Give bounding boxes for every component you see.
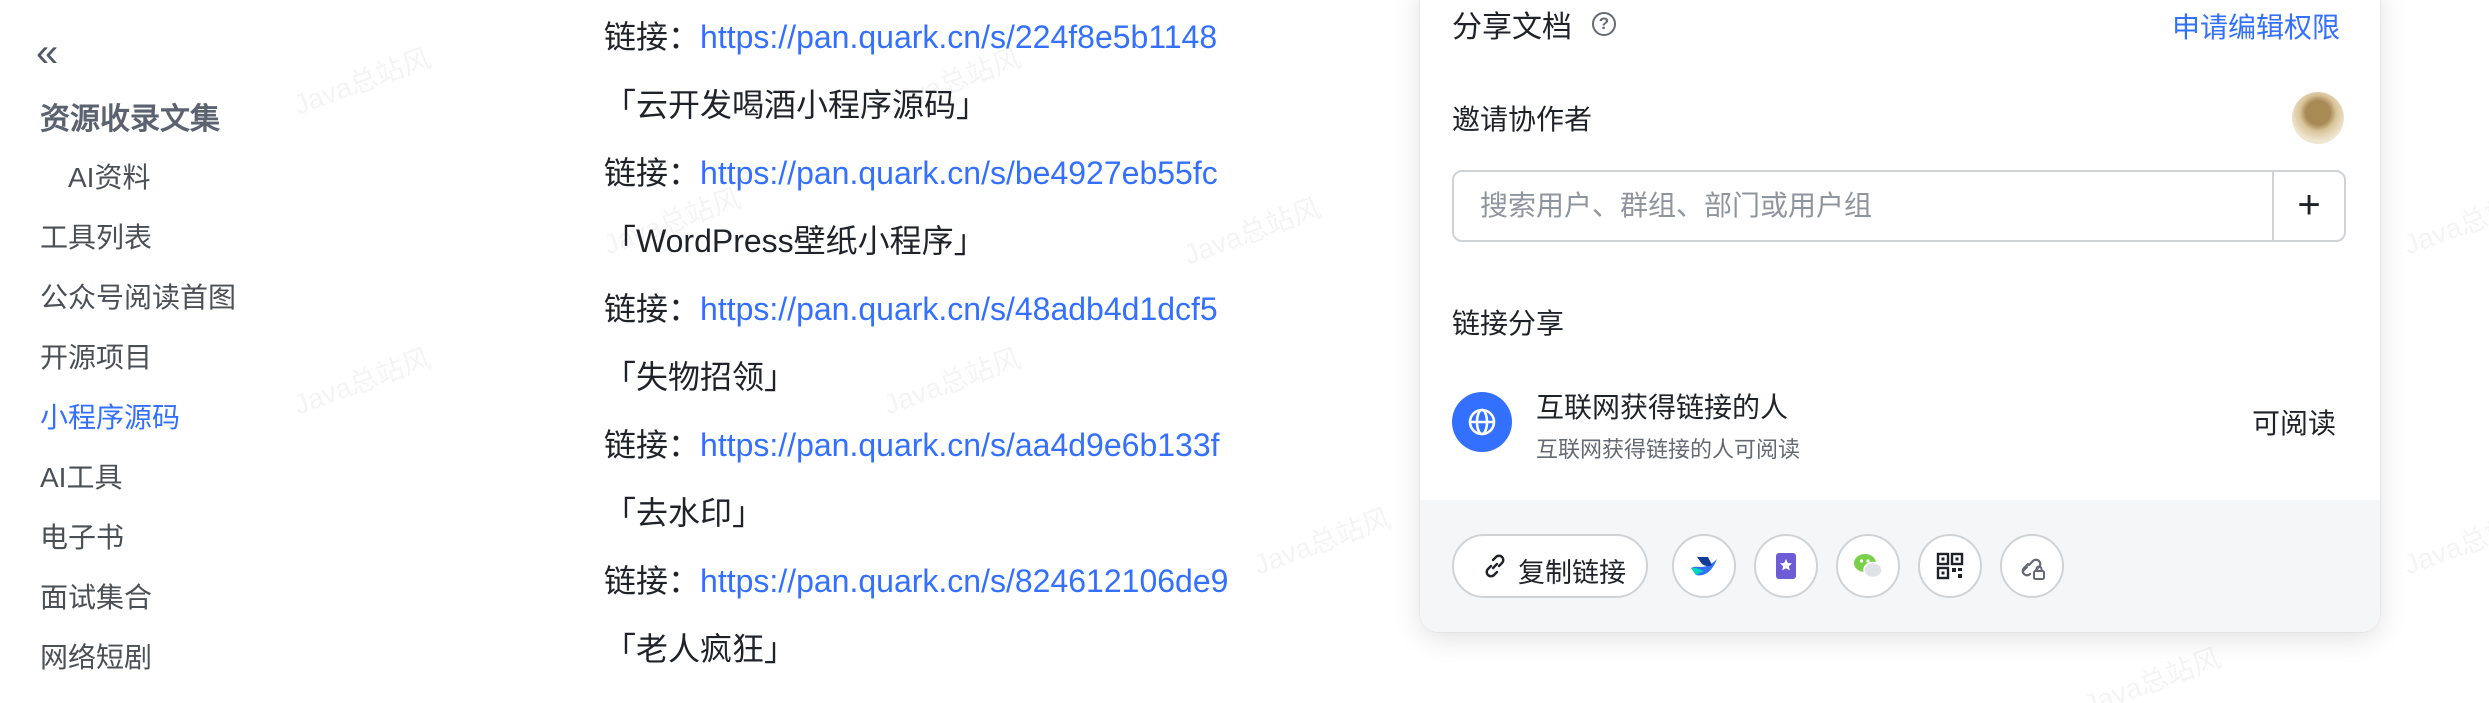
resource-title: 「WordPress壁纸小程序」 (604, 223, 986, 259)
lark-icon (1691, 557, 1717, 576)
share-footer: 复制链接 (1420, 500, 2380, 632)
resource-link[interactable]: https://pan.quark.cn/s/aa4d9e6b133f (700, 427, 1220, 463)
link-prefix: 链接： (604, 155, 701, 191)
sidebar-item-short-drama[interactable]: 网络短剧 (40, 636, 152, 676)
share-panel: 分享文档 ? 申请编辑权限 邀请协作者 + 链接分享 互联网获得链接的人 互联网… (1420, 0, 2380, 632)
link-prefix: 链接： (604, 19, 701, 55)
link-line: 链接：https://pan.quark.cn/s/824612106de9 (604, 556, 1228, 602)
sidebar-item-tool-list[interactable]: 工具列表 (40, 216, 152, 256)
link-line: 链接：https://pan.quark.cn/s/48adb4d1dcf5 (604, 284, 1218, 330)
link-share-label: 链接分享 (1452, 308, 1565, 339)
sidebar-item-open-source[interactable]: 开源项目 (40, 336, 152, 376)
link-scope-description: 互联网获得链接的人可阅读 (1536, 437, 1801, 462)
link-line: 链接：https://pan.quark.cn/s/224f8e5b1148 (604, 12, 1217, 58)
watermark: Java总站风 (2397, 497, 2489, 584)
resource-title: 「老人疯狂」 (604, 631, 797, 667)
link-prefix: 链接： (604, 291, 701, 327)
bookmark-icon (1776, 553, 1796, 579)
watermark: Java总站风 (2077, 637, 2225, 703)
sidebar-item-interview[interactable]: 面试集合 (40, 576, 152, 616)
link-line: 链接：https://pan.quark.cn/s/aa4d9e6b133f (604, 420, 1220, 466)
add-collaborator-button[interactable]: + (2272, 172, 2344, 240)
resource-link[interactable]: https://pan.quark.cn/s/be4927eb55fc (700, 155, 1218, 191)
sidebar-item-wechat-cover[interactable]: 公众号阅读首图 (40, 276, 236, 316)
copy-link-label: 复制链接 (1518, 558, 1626, 588)
request-edit-permission-link[interactable]: 申请编辑权限 (2172, 6, 2340, 46)
sidebar-title[interactable]: 资源收录文集 (40, 94, 220, 138)
avatar[interactable] (2292, 92, 2344, 144)
link-prefix: 链接： (604, 563, 701, 599)
help-icon[interactable]: ? (1592, 12, 1616, 36)
resource-title: 「云开发喝酒小程序源码」 (604, 87, 989, 123)
link-lock-icon (2021, 558, 2045, 580)
share-wechat-button[interactable] (1836, 534, 1900, 598)
sidebar-item-mini-program[interactable]: 小程序源码 (40, 396, 180, 436)
resource-link[interactable]: https://pan.quark.cn/s/824612106de9 (700, 563, 1228, 599)
sidebar-item-ai-materials[interactable]: AI资料 (68, 156, 150, 196)
share-link-lock-button[interactable] (2000, 534, 2064, 598)
link-prefix: 链接： (604, 427, 701, 463)
invite-collaborators-label: 邀请协作者 (1452, 104, 1593, 135)
link-line: 链接：https://pan.quark.cn/s/be4927eb55fc (604, 148, 1218, 194)
resource-link[interactable]: https://pan.quark.cn/s/48adb4d1dcf5 (700, 291, 1218, 327)
sidebar-item-ebooks[interactable]: 电子书 (40, 516, 124, 556)
collaborator-search-box: + (1452, 170, 2346, 242)
watermark: Java总站风 (2397, 177, 2489, 264)
collaborator-search-input[interactable] (1454, 172, 2272, 240)
share-lark-button[interactable] (1672, 534, 1736, 598)
sidebar-item-ai-tools[interactable]: AI工具 (40, 456, 122, 496)
link-icon (1485, 554, 1505, 578)
collapse-sidebar-icon[interactable]: « (36, 33, 76, 74)
share-qrcode-button[interactable] (1918, 534, 1982, 598)
link-scope-title: 互联网获得链接的人 (1536, 392, 1789, 423)
resource-title: 「失物招领」 (604, 359, 797, 395)
share-bookmark-button[interactable] (1754, 534, 1818, 598)
resource-title: 「去水印」 (604, 495, 765, 531)
link-permission-select[interactable]: 可阅读 (2252, 402, 2336, 442)
globe-icon (1452, 392, 1512, 452)
qrcode-icon (1936, 552, 1964, 580)
share-panel-title: 分享文档 (1452, 11, 1572, 44)
document-body: 链接：https://pan.quark.cn/s/224f8e5b1148 「… (600, 0, 1420, 703)
resource-link[interactable]: https://pan.quark.cn/s/224f8e5b1148 (700, 19, 1217, 55)
copy-link-button[interactable]: 复制链接 (1452, 534, 1648, 598)
wechat-icon (1854, 554, 1883, 579)
sidebar: « 资源收录文集 AI资料 工具列表 公众号阅读首图 开源项目 小程序源码 AI… (0, 0, 560, 703)
